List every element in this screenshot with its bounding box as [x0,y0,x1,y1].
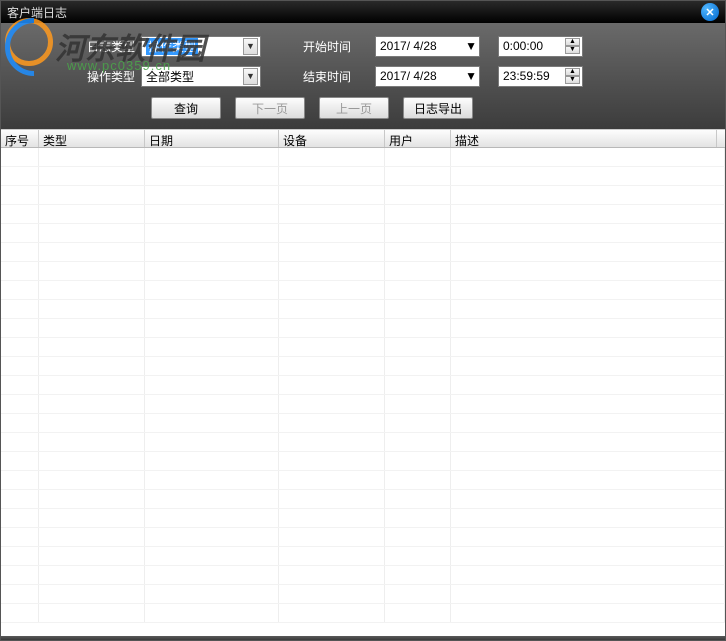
table-row [1,528,725,547]
table-row [1,281,725,300]
log-type-label: 日志类型 [71,38,141,55]
chevron-down-icon: ▼ [465,39,477,53]
spin-down-icon[interactable]: ▼ [565,76,580,84]
table-row [1,224,725,243]
table-row [1,433,725,452]
table-row [1,452,725,471]
chevron-down-icon: ▼ [465,69,477,83]
table-row [1,585,725,604]
table-row [1,338,725,357]
statusbar [1,636,725,640]
table-row [1,414,725,433]
export-button[interactable]: 日志导出 [403,97,473,119]
start-time-label: 开始时间 [297,38,357,55]
next-page-button[interactable]: 下一页 [235,97,305,119]
spin-down-icon[interactable]: ▼ [565,46,580,54]
table-body: // generate visual empty rows with colum… [1,148,725,636]
col-date[interactable]: 日期 [145,130,279,147]
end-time-picker[interactable]: 23:59:59 ▲ ▼ [498,66,583,87]
table-row [1,148,725,167]
prev-page-button[interactable]: 上一页 [319,97,389,119]
end-time-value: 23:59:59 [503,69,550,83]
log-type-value: 操作类型 [146,38,198,55]
table-row [1,376,725,395]
spin-up-icon[interactable]: ▲ [565,68,580,76]
col-end [717,130,725,147]
table-row [1,205,725,224]
table-row [1,357,725,376]
table-row [1,186,725,205]
table-header: 序号 类型 日期 设备 用户 描述 [1,129,725,148]
start-time-value: 0:00:00 [503,39,543,53]
table-row [1,262,725,281]
col-desc[interactable]: 描述 [451,130,717,147]
table-row [1,395,725,414]
log-type-select[interactable]: 操作类型 ▼ [141,36,261,57]
end-date-picker[interactable]: 2017/ 4/28 ▼ [375,66,480,87]
op-type-select[interactable]: 全部类型 ▼ [141,66,261,87]
table-row [1,300,725,319]
filter-toolbar: 日志类型 操作类型 ▼ 开始时间 2017/ 4/28 ▼ 0:00:00 ▲ … [1,23,725,129]
start-date-picker[interactable]: 2017/ 4/28 ▼ [375,36,480,57]
end-date-value: 2017/ 4/28 [380,69,437,83]
time-spinner[interactable]: ▲ ▼ [565,38,580,54]
start-time-picker[interactable]: 0:00:00 ▲ ▼ [498,36,583,57]
chevron-down-icon: ▼ [243,68,258,85]
time-spinner[interactable]: ▲ ▼ [565,68,580,84]
col-user[interactable]: 用户 [385,130,451,147]
op-type-value: 全部类型 [146,68,194,85]
op-type-label: 操作类型 [71,68,141,85]
query-button[interactable]: 查询 [151,97,221,119]
window-title: 客户端日志 [7,4,67,21]
titlebar: 客户端日志 ✕ [1,1,725,23]
chevron-down-icon: ▼ [243,38,258,55]
table-row [1,566,725,585]
close-button[interactable]: ✕ [701,3,719,21]
table-row [1,509,725,528]
table-row [1,604,725,623]
close-icon: ✕ [705,6,714,19]
end-time-label: 结束时间 [297,68,357,85]
table-row [1,471,725,490]
col-device[interactable]: 设备 [279,130,385,147]
col-seq[interactable]: 序号 [1,130,39,147]
table-row [1,547,725,566]
table-row [1,167,725,186]
col-type[interactable]: 类型 [39,130,145,147]
start-date-value: 2017/ 4/28 [380,39,437,53]
table-row [1,490,725,509]
table-row [1,243,725,262]
table-row [1,319,725,338]
spin-up-icon[interactable]: ▲ [565,38,580,46]
